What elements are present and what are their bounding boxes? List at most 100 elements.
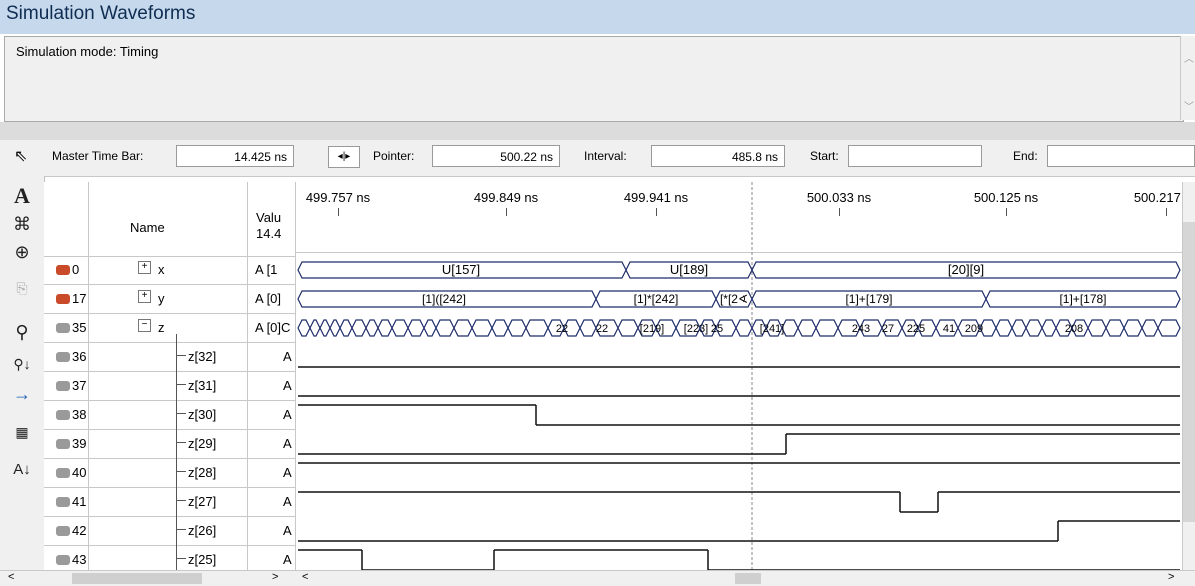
bus-value-label: [20][9]	[948, 262, 984, 277]
goto-icon[interactable]: →	[8, 382, 36, 406]
signal-name[interactable]: z[31]	[188, 378, 216, 393]
signal-name[interactable]: z[32]	[188, 349, 216, 364]
interval-label: Interval:	[584, 149, 627, 163]
signal-value: A	[283, 552, 292, 567]
waveform-display[interactable]: U[157] U[189] [20][9] [1]([242] [1]*[242] [*[…	[296, 182, 1182, 570]
signal-name[interactable]: y	[158, 291, 165, 306]
name-scroll-thumb[interactable]	[72, 573, 202, 584]
signal-index: 35	[72, 320, 87, 335]
start-label: Start:	[810, 149, 839, 163]
signal-value: A	[283, 349, 292, 364]
expand-collapse-icon[interactable]: +	[138, 261, 151, 274]
signal-index: 17	[72, 291, 87, 306]
signal-name[interactable]: z[30]	[188, 407, 216, 422]
time-step-buttons[interactable]: ◂|▸	[328, 146, 360, 168]
tree-connector	[176, 355, 186, 356]
scroll-right-icon[interactable]: >	[272, 571, 278, 583]
pointer-field[interactable]: 500.22 ns	[432, 145, 560, 167]
bus-z-segment	[995, 319, 1013, 337]
output-pin-icon	[56, 526, 70, 536]
bus-value-label: 41	[943, 323, 955, 335]
zoom-icon[interactable]: ⊕	[8, 240, 36, 264]
find-next-icon[interactable]: ⚲↓	[8, 352, 36, 376]
text-tool-icon[interactable]: A	[8, 184, 36, 208]
start-field[interactable]	[848, 145, 982, 167]
output-pin-icon	[56, 381, 70, 391]
signal-index: 41	[72, 494, 87, 509]
bus-value-label: 243	[852, 323, 870, 335]
end-label: End:	[1013, 149, 1038, 163]
end-field[interactable]	[1047, 145, 1195, 167]
bus-value-label: [1]*[242]	[634, 292, 679, 306]
name-column-header[interactable]: Name	[130, 220, 165, 235]
bus-value-label: 208	[1065, 323, 1083, 335]
tree-connector	[176, 500, 186, 501]
signal-index: 37	[72, 378, 87, 393]
signal-value: A	[283, 494, 292, 509]
bus-value-label: 22	[596, 323, 608, 335]
panel-splitter[interactable]	[0, 122, 1195, 140]
signal-name[interactable]: z[28]	[188, 465, 216, 480]
waveform-edit-icon[interactable]: ⌘	[8, 212, 36, 236]
bus-z-segment	[815, 319, 839, 337]
bus-z-segment	[1157, 319, 1181, 337]
bus-z-segment	[1025, 319, 1043, 337]
signal-index: 40	[72, 465, 87, 480]
bus-z-segment	[781, 319, 799, 337]
signal-value: A	[283, 436, 292, 451]
pointer-label: Pointer:	[373, 149, 415, 163]
signal-value: A	[283, 378, 292, 393]
expand-collapse-icon[interactable]: −	[138, 319, 151, 332]
bus-z-segment	[525, 319, 549, 337]
simulation-mode-text: Simulation mode: Timing	[16, 44, 159, 59]
master-time-bar-field[interactable]: 14.425 ns	[176, 145, 294, 167]
group-icon[interactable]: ▦	[8, 420, 36, 444]
bus-value-label: 209	[965, 323, 983, 335]
sort-icon[interactable]: A↓	[8, 458, 36, 482]
bus-z-segment	[391, 319, 409, 337]
bus-z-segment	[309, 319, 321, 337]
bus-value-label: U[157]	[442, 262, 480, 277]
signal-name[interactable]: z[25]	[188, 552, 216, 567]
wave-scroll-left-icon[interactable]: <	[302, 571, 308, 583]
output-pin-icon	[56, 468, 70, 478]
bus-z-segment	[507, 319, 527, 337]
bus-value-label: [1]([242]	[422, 292, 466, 306]
bus-z-segment	[377, 319, 393, 337]
copy-icon[interactable]: ⎘	[8, 276, 36, 300]
value-column-subheader: 14.4	[256, 226, 282, 241]
mode-panel-scrollbar[interactable]: ︿ ﹀	[1180, 36, 1195, 120]
horizontal-scrollbar[interactable]: < > < >	[0, 570, 1195, 586]
find-icon[interactable]: ⚲	[8, 320, 36, 344]
signal-name[interactable]: z[29]	[188, 436, 216, 451]
bus-value-label: [241]	[760, 323, 784, 335]
bus-value-label: 225	[907, 323, 925, 335]
signal-name[interactable]: z[27]	[188, 494, 216, 509]
bus-z-segment	[491, 319, 509, 337]
waveform-vertical-scrollbar[interactable]	[1182, 182, 1195, 570]
bus-z-segment	[471, 319, 493, 337]
signal-name[interactable]: z[26]	[188, 523, 216, 538]
bus-z-segment	[579, 319, 597, 337]
bus-z-segment	[1105, 319, 1125, 337]
master-time-bar-label: Master Time Bar:	[52, 149, 144, 163]
signal-name[interactable]: x	[158, 262, 165, 277]
scroll-left-icon[interactable]: <	[8, 571, 14, 583]
signal-name[interactable]: z	[158, 320, 165, 335]
signal-value: A	[283, 523, 292, 538]
expand-collapse-icon[interactable]: +	[138, 290, 151, 303]
signal-value: A	[283, 465, 292, 480]
bus-z-segment	[1141, 319, 1159, 337]
wave-scroll-right-icon[interactable]: >	[1168, 571, 1174, 583]
pointer-arrow-icon[interactable]: ⇖	[14, 146, 27, 166]
bus-z-segment	[407, 319, 425, 337]
tree-connector	[176, 384, 186, 385]
value-column-header[interactable]: Valu	[256, 210, 281, 225]
wave-scroll-thumb[interactable]	[735, 573, 761, 584]
bus-z-segment	[319, 319, 331, 337]
interval-field[interactable]: 485.8 ns	[651, 145, 785, 167]
bus-z-segment	[365, 319, 379, 337]
bus-value-label: [*[2∢	[720, 292, 748, 306]
bus-z-segment	[329, 319, 341, 337]
bus-z-segment	[1011, 319, 1027, 337]
